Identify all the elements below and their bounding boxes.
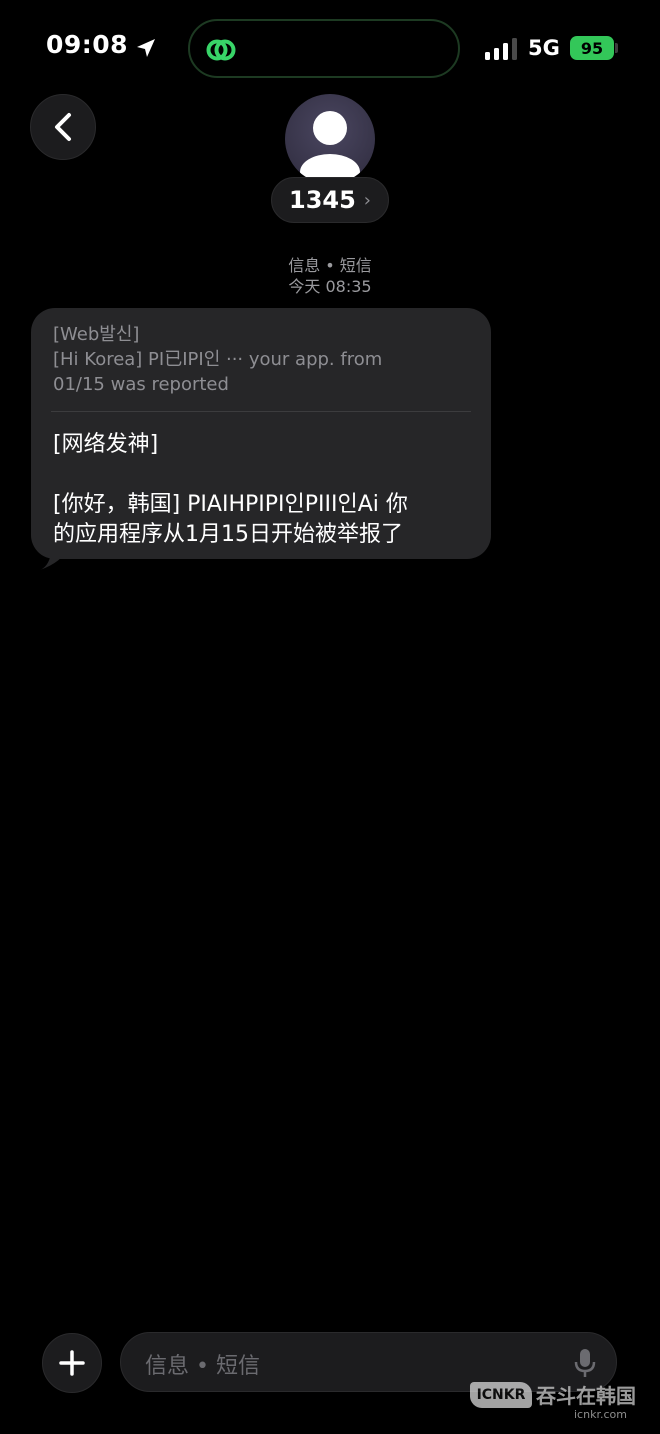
watermark-title: 吞斗在韩国 xyxy=(536,1384,636,1408)
back-button[interactable] xyxy=(30,94,96,160)
watermark-logo: ICNKR xyxy=(470,1382,532,1408)
battery-level: 95 xyxy=(580,38,604,58)
original-line: [Hi Korea] PI已IPI인 ··· your app. from xyxy=(53,349,383,370)
plus-icon xyxy=(59,1350,85,1376)
contact-name: 1345 xyxy=(289,186,356,214)
bubble-tail xyxy=(40,548,68,570)
person-avatar-icon xyxy=(300,111,360,184)
chevron-right-icon: › xyxy=(363,189,371,211)
dynamic-island[interactable] xyxy=(188,19,460,78)
translation-line: [你好，韩国] PIAIHPIPI인PIII인Ai 你 xyxy=(53,492,408,517)
incoming-message-bubble[interactable]: [Web발신] [Hi Korea] PI已IPI인 ··· your app.… xyxy=(31,308,491,559)
original-message: [Web발신] [Hi Korea] PI已IPI인 ··· your app.… xyxy=(53,322,469,397)
thread-meta: 信息 • 短信 今天 08:35 xyxy=(0,256,660,298)
cellular-signal-icon xyxy=(485,38,517,60)
location-arrow-icon xyxy=(137,39,155,57)
original-line: [Web발신] xyxy=(53,324,140,345)
status-time: 09:08 xyxy=(46,30,129,59)
add-attachment-button[interactable] xyxy=(42,1333,102,1393)
link-rings-icon xyxy=(206,39,236,61)
back-chevron-icon xyxy=(55,113,71,141)
microphone-icon[interactable] xyxy=(573,1347,597,1379)
messages-screen: 09:08 5G 95 1345 › 信息 • 短信 今天 08:35 [Web… xyxy=(0,0,660,1434)
contact-avatar[interactable] xyxy=(285,94,375,184)
battery-cap xyxy=(615,43,618,53)
translation-line: 的应用程序从1月15日开始被举报了 xyxy=(53,522,403,547)
translated-message: [网络发神] [你好，韩国] PIAIHPIPI인PIII인Ai 你 的应用程序… xyxy=(53,430,469,550)
battery-indicator: 95 xyxy=(570,36,614,60)
message-timestamp: 今天 08:35 xyxy=(288,277,372,296)
watermark-url: icnkr.com xyxy=(574,1408,627,1421)
contact-name-button[interactable]: 1345 › xyxy=(271,177,389,223)
original-line: 01/15 was reported xyxy=(53,374,229,395)
translation-divider xyxy=(51,411,471,412)
service-label: 信息 • 短信 xyxy=(288,256,372,275)
message-input-placeholder: 信息 • 短信 xyxy=(145,1354,260,1379)
network-type: 5G xyxy=(528,36,560,60)
site-watermark: ICNKR 吞斗在韩国 icnkr.com xyxy=(470,1378,640,1424)
translation-line: [网络发神] xyxy=(53,432,159,457)
